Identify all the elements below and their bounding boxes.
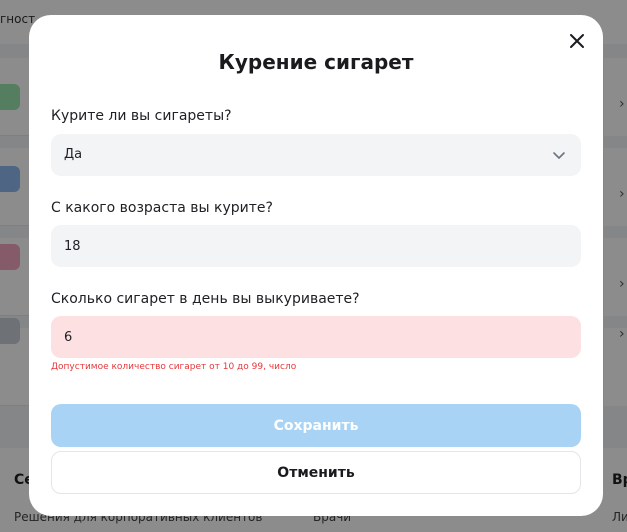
- cigarettes-per-day-input[interactable]: [51, 316, 581, 358]
- smokes-label: Курите ли вы сигареты?: [51, 108, 232, 124]
- smokes-select[interactable]: Да: [51, 134, 581, 176]
- cigarettes-per-day-error: Допустимое количество сигарет от 10 до 9…: [51, 362, 297, 372]
- chevron-down-icon: [551, 147, 567, 163]
- smoking-age-label: С какого возраста вы курите?: [51, 200, 273, 216]
- save-button[interactable]: Сохранить: [51, 404, 581, 447]
- smoking-age-input[interactable]: [51, 225, 581, 267]
- smoking-modal: Курение сигарет Курите ли вы сигареты? Д…: [29, 15, 603, 516]
- modal-title: Курение сигарет: [218, 50, 414, 74]
- cigarettes-per-day-label: Сколько сигарет в день вы выкуриваете?: [51, 291, 360, 307]
- cancel-button[interactable]: Отменить: [51, 451, 581, 494]
- smokes-select-value: Да: [64, 147, 83, 162]
